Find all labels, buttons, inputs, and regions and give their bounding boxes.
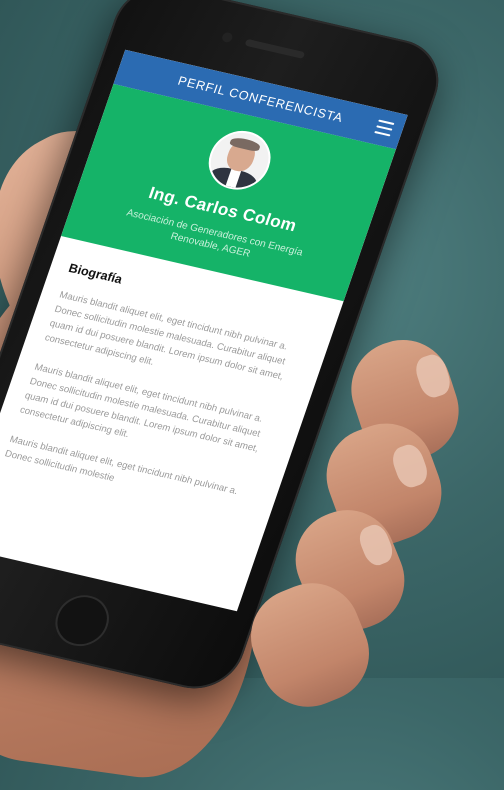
front-camera [220, 31, 234, 44]
home-button[interactable] [48, 590, 117, 652]
photo-scene: PERFIL CONFERENCISTA Ing. Carlos Colom A… [0, 0, 504, 790]
earpiece-speaker [244, 38, 306, 59]
hamburger-menu-icon[interactable] [374, 119, 395, 137]
avatar [200, 125, 279, 196]
